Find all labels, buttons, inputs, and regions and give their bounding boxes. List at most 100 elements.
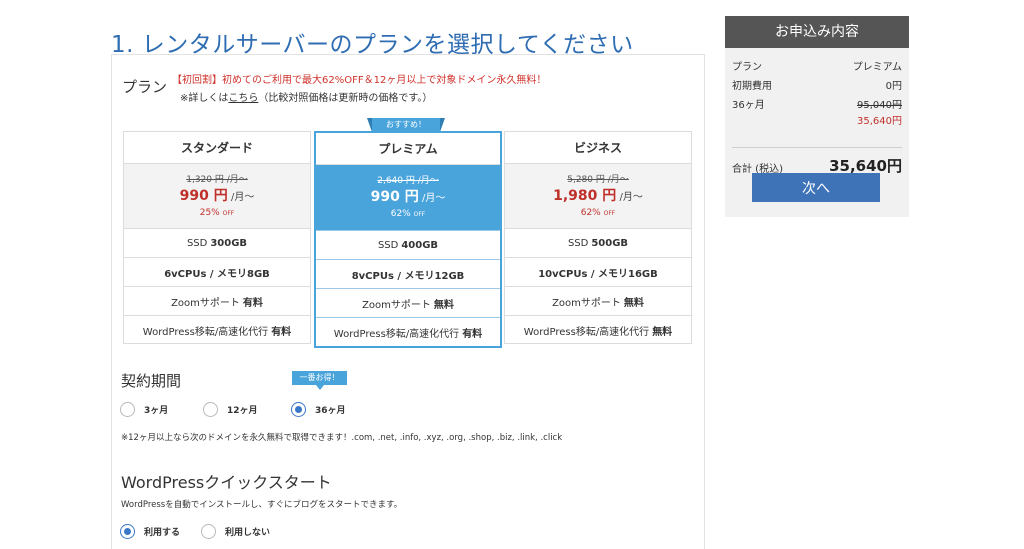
discount-unit: OFF xyxy=(222,210,235,217)
spec-ssd: SSD 400GB xyxy=(316,230,500,259)
summary-term-new-price: 35,640円 xyxy=(857,116,902,127)
radio-label: 利用する xyxy=(144,528,181,538)
price: 990 円 /月〜 xyxy=(124,185,310,205)
contract-option-36m[interactable]: 36ヶ月 xyxy=(291,402,346,417)
best-deal-badge: 一番お得！ xyxy=(292,371,347,390)
spec-value: 無料 xyxy=(652,326,673,338)
recommend-ribbon: おすすめ！ xyxy=(367,118,445,132)
plan-name: ビジネス xyxy=(573,141,622,155)
domain-note: ※12ヶ月以上なら次のドメインを永久無料で取得できます！.com, .net, … xyxy=(121,433,563,443)
radio-label: 12ヶ月 xyxy=(227,406,258,416)
radio-button[interactable] xyxy=(201,524,216,539)
radio-label: 36ヶ月 xyxy=(315,406,346,416)
discount: 62% OFF xyxy=(505,208,691,218)
price: 990 円 /月〜 xyxy=(316,186,500,206)
summary-term-row: 36ヶ月 95,040円 xyxy=(732,96,902,111)
spec-zoom: Zoomサポート 無料 xyxy=(316,288,500,317)
price-box: 5,280 円 /月〜 1,980 円 /月〜 62% OFF xyxy=(505,163,691,228)
details-link[interactable]: こちら xyxy=(228,93,258,104)
wordpress-title: WordPressクイックスタート xyxy=(121,473,332,492)
price-value: 990 円 xyxy=(179,188,228,204)
price-value: 990 円 xyxy=(370,189,419,205)
promo-text: 【初回割】初めてのご利用で最大62%OFF＆12ヶ月以上で対象ドメイン永久無料！ xyxy=(172,75,547,86)
summary-divider xyxy=(732,147,902,148)
spec-wordpress: WordPress移転/高速化代行 有料 xyxy=(316,317,500,346)
spec-label: WordPress移転/高速化代行 xyxy=(523,326,650,338)
plan-name: プレミアム xyxy=(378,142,438,156)
radio-button-selected[interactable] xyxy=(291,402,306,417)
spec-value: 無料 xyxy=(433,299,454,311)
discount: 62% OFF xyxy=(316,209,500,219)
summary-plan-row: プラン プレミアム xyxy=(732,58,902,73)
radio-button[interactable] xyxy=(203,402,218,417)
promo-detail: ※詳しくはこちら（比較対照価格は更新時の価格です。） xyxy=(180,89,432,104)
plan-card-premium[interactable]: プレミアム 2,640 円 /月〜 990 円 /月〜 62% OFF SSD 4… xyxy=(314,131,502,348)
spec-label: WordPress移転/高速化代行 xyxy=(333,328,460,340)
radio-button-selected[interactable] xyxy=(120,524,135,539)
spec-ssd: SSD 300GB xyxy=(124,228,310,257)
spec-value: 有料 xyxy=(271,326,292,338)
spec-cpu: 10vCPUs / メモリ16GB xyxy=(505,257,691,286)
summary-setup-label: 初期費用 xyxy=(732,81,772,92)
radio-label: 利用しない xyxy=(225,528,271,538)
summary-title: お申込み内容 xyxy=(725,16,909,48)
old-price: 2,640 円 /月〜 xyxy=(377,176,439,186)
spec-cpu: 8vCPUs / メモリ12GB xyxy=(316,259,500,288)
summary-plan-label: プラン xyxy=(732,62,762,73)
spec-wordpress: WordPress移転/高速化代行 無料 xyxy=(505,315,691,344)
wordpress-option-use[interactable]: 利用する xyxy=(120,524,180,539)
summary-setup-row: 初期費用 0円 xyxy=(732,77,902,92)
old-price: 5,280 円 /月〜 xyxy=(567,175,629,185)
spec-label: SSD xyxy=(186,237,208,249)
spec-value: 無料 xyxy=(623,297,644,309)
plan-card-business[interactable]: ビジネス 5,280 円 /月〜 1,980 円 /月〜 62% OFF SSD… xyxy=(504,131,692,344)
spec-label: SSD xyxy=(377,239,399,251)
plan-section-label: プラン xyxy=(122,78,168,96)
wordpress-option-not-use[interactable]: 利用しない xyxy=(201,524,270,539)
spec-ssd: SSD 500GB xyxy=(505,228,691,257)
spec-value: 300GB xyxy=(210,237,248,249)
price-unit: /月〜 xyxy=(421,193,446,204)
promo-detail-suffix: （比較対照価格は更新時の価格です。） xyxy=(258,93,433,104)
plan-card-standard[interactable]: スタンダード 1,320 円 /月〜 990 円 /月〜 25% OFF SSD… xyxy=(123,131,311,344)
discount-unit: OFF xyxy=(413,211,426,218)
price: 1,980 円 /月〜 xyxy=(505,185,691,205)
next-button[interactable]: 次へ xyxy=(752,173,880,202)
spec-zoom: Zoomサポート 有料 xyxy=(124,286,310,315)
spec-label: WordPress移転/高速化代行 xyxy=(142,326,269,338)
summary-term-label: 36ヶ月 xyxy=(732,100,765,111)
spec-zoom: Zoomサポート 無料 xyxy=(505,286,691,315)
promo-detail-prefix: ※詳しくは xyxy=(180,93,229,104)
spec-value: 有料 xyxy=(462,328,483,340)
radio-button[interactable] xyxy=(120,402,135,417)
discount: 25% OFF xyxy=(124,208,310,218)
price-value: 1,980 円 xyxy=(553,188,617,204)
discount-value: 25% xyxy=(199,208,220,218)
spec-value: 500GB xyxy=(591,237,629,249)
plan-name: スタンダード xyxy=(180,141,253,155)
discount-value: 62% xyxy=(580,208,601,218)
spec-label: Zoomサポート xyxy=(552,297,621,309)
price-box: 2,640 円 /月〜 990 円 /月〜 62% OFF xyxy=(316,164,500,231)
summary-plan-value: プレミアム xyxy=(852,62,902,73)
discount-value: 62% xyxy=(390,209,411,219)
contract-title: 契約期間 xyxy=(121,372,182,390)
wordpress-description: WordPressを自動でインストールし、すぐにブログをスタートできます。 xyxy=(121,500,403,510)
contract-option-12m[interactable]: 12ヶ月 xyxy=(203,402,258,417)
summary-term-old-price: 95,040円 xyxy=(857,100,902,111)
spec-label: Zoomサポート xyxy=(171,297,240,309)
spec-cpu: 6vCPUs / メモリ8GB xyxy=(124,257,310,286)
price-unit: /月〜 xyxy=(619,192,643,203)
contract-option-3m[interactable]: 3ヶ月 xyxy=(120,402,168,417)
price-unit: /月〜 xyxy=(230,192,255,203)
summary-setup-value: 0円 xyxy=(885,81,902,92)
spec-value: 有料 xyxy=(242,297,263,309)
spec-value: 400GB xyxy=(401,239,439,251)
old-price: 1,320 円 /月〜 xyxy=(186,175,248,185)
discount-unit: OFF xyxy=(603,210,616,217)
spec-wordpress: WordPress移転/高速化代行 有料 xyxy=(124,315,310,344)
spec-label: Zoomサポート xyxy=(362,299,431,311)
spec-label: SSD xyxy=(567,237,589,249)
radio-label: 3ヶ月 xyxy=(144,406,169,416)
price-box: 1,320 円 /月〜 990 円 /月〜 25% OFF xyxy=(124,163,310,228)
